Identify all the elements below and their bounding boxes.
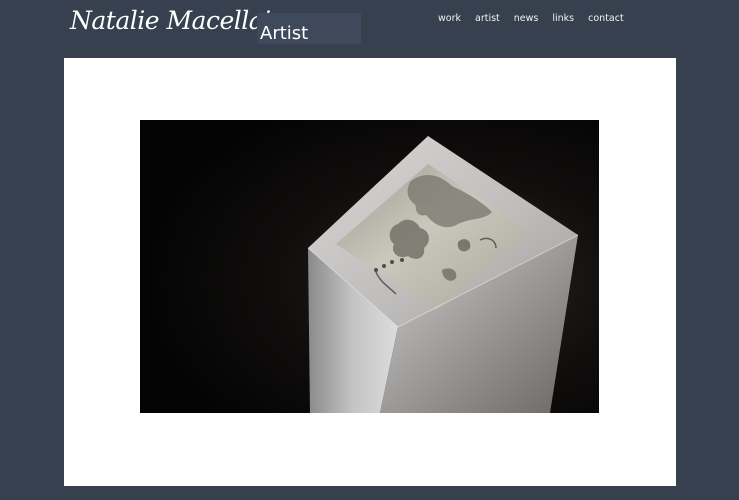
subtitle-box: Artist <box>257 13 361 44</box>
nav-item-links[interactable]: links <box>552 13 574 24</box>
nav-item-work[interactable]: work <box>438 13 461 24</box>
nav-item-artist[interactable]: artist <box>475 13 500 24</box>
nav-item-contact[interactable]: contact <box>588 13 624 24</box>
main-nav: work artist news links contact <box>438 13 624 24</box>
site-subtitle: Artist <box>260 23 309 44</box>
site-header: Natalie Macellaio Artist work artist new… <box>0 0 739 58</box>
artwork-image <box>140 120 599 413</box>
nav-item-news[interactable]: news <box>514 13 539 24</box>
site-name[interactable]: Natalie Macellaio <box>70 6 286 35</box>
content-panel <box>64 58 676 486</box>
